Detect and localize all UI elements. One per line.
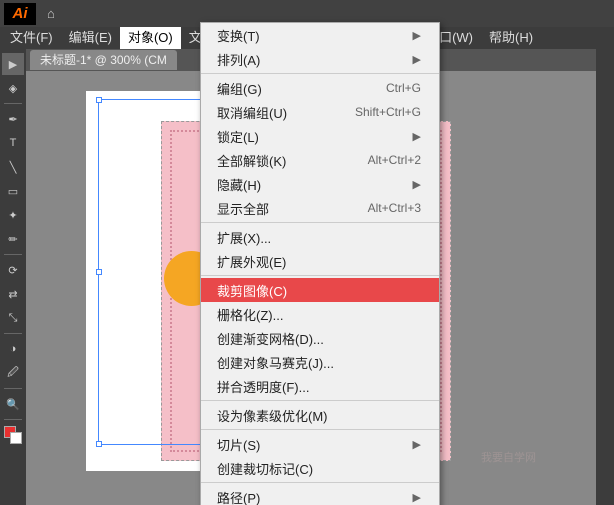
tool-direct-select[interactable]: ◈ xyxy=(2,77,24,99)
menu-item-gradient-mesh[interactable]: 创建渐变网格(D)... xyxy=(201,326,439,350)
toolbar: ▶ ◈ ✒ T ╲ ▭ ✦ ✏ ⟳ ⇄ ⤡ ◑ 🖉 🔍 xyxy=(0,49,26,505)
menu-item-ungroup-label: 取消编组(U) xyxy=(217,103,287,122)
tool-separator-5 xyxy=(4,419,22,420)
menu-item-pixel-perfect-label: 设为像素级优化(M) xyxy=(217,406,328,425)
menu-item-group-shortcut: Ctrl+G xyxy=(386,81,421,95)
menu-item-rasterize[interactable]: 栅格化(Z)... xyxy=(201,302,439,326)
menu-item-crop-marks[interactable]: 创建裁切标记(C) xyxy=(201,456,439,480)
menu-item-expand[interactable]: 扩展(X)... xyxy=(201,225,439,249)
tool-separator-1 xyxy=(4,103,22,104)
tool-mirror[interactable]: ⇄ xyxy=(2,283,24,305)
tool-blend[interactable]: ◑ xyxy=(2,338,24,360)
menu-item-show-all-shortcut: Alt+Ctrl+3 xyxy=(368,201,421,215)
tool-pen[interactable]: ✒ xyxy=(2,108,24,130)
menu-item-slice-label: 切片(S) xyxy=(217,435,260,454)
tool-rotate[interactable]: ⟳ xyxy=(2,259,24,281)
watermark: 我要自学网 xyxy=(481,449,536,465)
document-tab[interactable]: 未标题-1* @ 300% (CM xyxy=(30,50,177,70)
menu-item-ungroup[interactable]: 取消编组(U) Shift+Ctrl+G xyxy=(201,100,439,124)
menu-item-flatten-transparency[interactable]: 拼合透明度(F)... xyxy=(201,374,439,398)
tool-pencil[interactable]: ✏ xyxy=(2,228,24,250)
tool-separator-2 xyxy=(4,254,22,255)
tool-eyedropper[interactable]: 🖉 xyxy=(2,362,24,384)
menu-item-arrange-label: 排列(A) xyxy=(217,50,260,69)
sep-2 xyxy=(201,222,439,223)
arrow-icon: ▶ xyxy=(413,130,421,143)
tool-type[interactable]: T xyxy=(2,132,24,154)
menu-item-flatten-transparency-label: 拼合透明度(F)... xyxy=(217,377,309,396)
menu-item-ungroup-shortcut: Shift+Ctrl+G xyxy=(355,105,421,119)
menu-item-crop-image-label: 裁剪图像(C) xyxy=(217,281,287,300)
menu-item-hide[interactable]: 隐藏(H) ▶ xyxy=(201,172,439,196)
tool-select[interactable]: ▶ xyxy=(2,53,24,75)
menu-item-unlock-all-label: 全部解锁(K) xyxy=(217,151,286,170)
menu-help[interactable]: 帮助(H) xyxy=(481,27,541,49)
menu-item-crop-image[interactable]: 裁剪图像(C) xyxy=(201,278,439,302)
menu-item-slice[interactable]: 切片(S) ▶ xyxy=(201,432,439,456)
menu-item-crop-marks-label: 创建裁切标记(C) xyxy=(217,459,313,478)
menu-item-show-all[interactable]: 显示全部 Alt+Ctrl+3 xyxy=(201,196,439,220)
menu-file[interactable]: 文件(F) xyxy=(2,27,61,49)
menu-item-lock-label: 锁定(L) xyxy=(217,127,259,146)
menu-item-gradient-mesh-label: 创建渐变网格(D)... xyxy=(217,329,324,348)
menu-item-mosaic[interactable]: 创建对象马赛克(J)... xyxy=(201,350,439,374)
tool-separator-4 xyxy=(4,388,22,389)
menu-item-pixel-perfect[interactable]: 设为像素级优化(M) xyxy=(201,403,439,427)
menu-item-arrange[interactable]: 排列(A) ▶ xyxy=(201,47,439,71)
menu-edit[interactable]: 编辑(E) xyxy=(61,27,120,49)
sep-1 xyxy=(201,73,439,74)
sep-4 xyxy=(201,400,439,401)
home-icon[interactable]: ⌂ xyxy=(42,4,60,23)
menu-item-hide-label: 隐藏(H) xyxy=(217,175,261,194)
sep-6 xyxy=(201,482,439,483)
object-menu-dropdown[interactable]: 变换(T) ▶ 排列(A) ▶ 编组(G) Ctrl+G 取消编组(U) Shi… xyxy=(200,22,440,505)
tool-scale[interactable]: ⤡ xyxy=(2,307,24,329)
tool-separator-3 xyxy=(4,333,22,334)
menu-item-lock[interactable]: 锁定(L) ▶ xyxy=(201,124,439,148)
sep-3 xyxy=(201,275,439,276)
menu-item-expand-label: 扩展(X)... xyxy=(217,228,271,247)
menu-item-expand-appearance-label: 扩展外观(E) xyxy=(217,252,286,271)
menu-item-mosaic-label: 创建对象马赛克(J)... xyxy=(217,353,334,372)
tool-paintbrush[interactable]: ✦ xyxy=(2,204,24,226)
arrow-icon: ▶ xyxy=(413,491,421,504)
menu-item-group[interactable]: 编组(G) Ctrl+G xyxy=(201,76,439,100)
tool-fill[interactable] xyxy=(2,424,24,446)
menu-item-unlock-all[interactable]: 全部解锁(K) Alt+Ctrl+2 xyxy=(201,148,439,172)
right-panel xyxy=(596,49,614,505)
arrow-icon: ▶ xyxy=(413,438,421,451)
menu-item-show-all-label: 显示全部 xyxy=(217,199,269,218)
menu-item-path[interactable]: 路径(P) ▶ xyxy=(201,485,439,505)
menu-item-group-label: 编组(G) xyxy=(217,79,262,98)
arrow-icon: ▶ xyxy=(413,53,421,66)
sep-5 xyxy=(201,429,439,430)
menu-object[interactable]: 对象(O) xyxy=(120,27,181,49)
menu-item-path-label: 路径(P) xyxy=(217,488,260,505)
menu-item-rasterize-label: 栅格化(Z)... xyxy=(217,305,283,324)
menu-item-transform[interactable]: 变换(T) ▶ xyxy=(201,23,439,47)
menu-item-transform-label: 变换(T) xyxy=(217,26,260,45)
tool-line[interactable]: ╲ xyxy=(2,156,24,178)
app-logo: Ai xyxy=(4,3,36,25)
arrow-icon: ▶ xyxy=(413,178,421,191)
menu-item-expand-appearance[interactable]: 扩展外观(E) xyxy=(201,249,439,273)
tool-shape[interactable]: ▭ xyxy=(2,180,24,202)
tool-zoom[interactable]: 🔍 xyxy=(2,393,24,415)
menu-item-unlock-all-shortcut: Alt+Ctrl+2 xyxy=(368,153,421,167)
arrow-icon: ▶ xyxy=(413,29,421,42)
